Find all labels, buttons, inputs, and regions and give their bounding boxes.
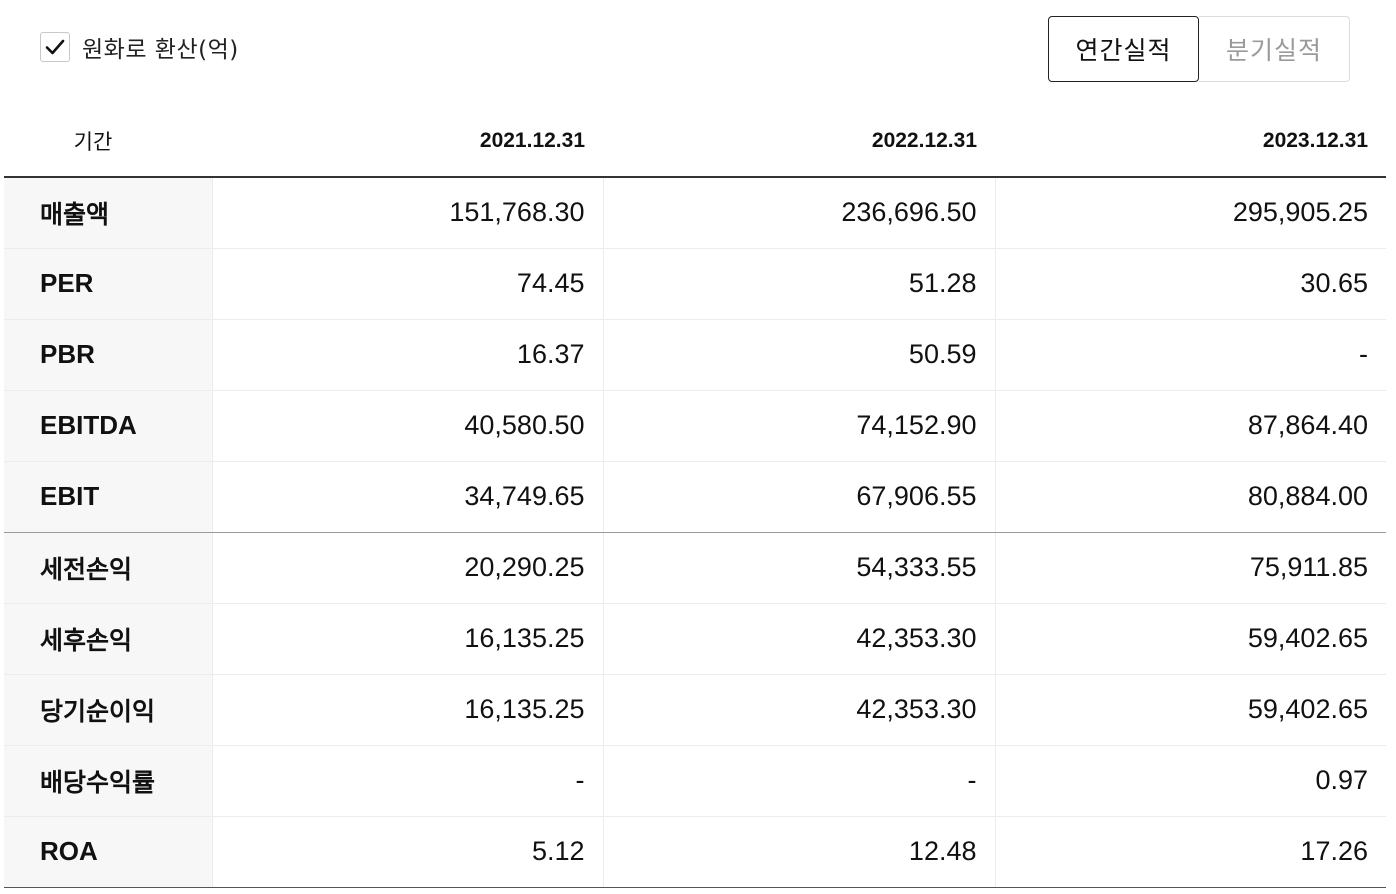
quarterly-results-button[interactable]: 분기실적 (1199, 16, 1350, 82)
metric-value: 34,749.65 (212, 461, 604, 533)
metric-value: 236,696.50 (603, 177, 996, 249)
table-row: 세후손익 16,135.25 42,353.30 59,402.65 (4, 603, 1386, 675)
metric-label: EBIT (4, 461, 213, 533)
metric-value: 16,135.25 (212, 674, 604, 746)
krw-conversion-checkbox[interactable] (40, 32, 70, 62)
table-row: 매출액 151,768.30 236,696.50 295,905.25 (4, 177, 1386, 249)
table-row: 당기순이익 16,135.25 42,353.30 59,402.65 (4, 674, 1386, 746)
period-toggle: 연간실적 분기실적 (1048, 16, 1350, 82)
krw-conversion-label: 원화로 환산(억) (82, 37, 239, 63)
column-header-2023: 2023.12.31 (995, 106, 1386, 178)
financial-summary-table: 기간 2021.12.31 2022.12.31 2023.12.31 매출액 … (4, 106, 1386, 888)
metric-value: 16.37 (212, 319, 604, 391)
metric-value: 54,333.55 (603, 532, 996, 604)
annual-results-button[interactable]: 연간실적 (1048, 16, 1199, 82)
table-row: 배당수익률 - - 0.97 (4, 745, 1386, 817)
metric-value: 17.26 (995, 816, 1386, 888)
metric-value: 30.65 (995, 248, 1386, 320)
table-row: PBR 16.37 50.59 - (4, 319, 1386, 391)
metric-label: 세후손익 (4, 603, 213, 675)
table-row: PER 74.45 51.28 30.65 (4, 248, 1386, 320)
metric-label: 매출액 (4, 177, 213, 249)
metric-label: 배당수익률 (4, 745, 213, 817)
metric-value: 151,768.30 (212, 177, 604, 249)
metric-value: 59,402.65 (995, 603, 1386, 675)
metric-value: 75,911.85 (995, 532, 1386, 604)
table-row: ROA 5.12 12.48 17.26 (4, 816, 1386, 888)
metric-value: - (995, 319, 1386, 391)
metric-label: EBITDA (4, 390, 213, 462)
metric-value: 87,864.40 (995, 390, 1386, 462)
metric-value: 80,884.00 (995, 461, 1386, 533)
metric-value: 40,580.50 (212, 390, 604, 462)
metric-value: - (212, 745, 604, 817)
metric-value: 67,906.55 (603, 461, 996, 533)
metric-value: 51.28 (603, 248, 996, 320)
check-icon (45, 39, 65, 55)
metric-label: ROA (4, 816, 213, 888)
metric-value: 42,353.30 (603, 674, 996, 746)
metric-value: 74,152.90 (603, 390, 996, 462)
metric-value: 295,905.25 (995, 177, 1386, 249)
column-header-2022: 2022.12.31 (603, 106, 995, 178)
metric-value: 42,353.30 (603, 603, 996, 675)
metric-value: - (603, 745, 996, 817)
metric-value: 20,290.25 (212, 532, 604, 604)
metric-value: 12.48 (603, 816, 996, 888)
table-row: 세전손익 20,290.25 54,333.55 75,911.85 (4, 532, 1386, 604)
metric-value: 50.59 (603, 319, 996, 391)
metric-value: 0.97 (995, 745, 1386, 817)
metric-label: PBR (4, 319, 213, 391)
metric-value: 59,402.65 (995, 674, 1386, 746)
table-row: EBIT 34,749.65 67,906.55 80,884.00 (4, 461, 1386, 533)
metric-label: 세전손익 (4, 532, 213, 604)
table-row: EBITDA 40,580.50 74,152.90 87,864.40 (4, 390, 1386, 462)
metric-value: 5.12 (212, 816, 604, 888)
table-header-row: 기간 2021.12.31 2022.12.31 2023.12.31 (4, 106, 1386, 178)
krw-conversion-toggle[interactable]: 원화로 환산(억) (40, 30, 239, 64)
period-header: 기간 (4, 106, 212, 178)
toolbar: 원화로 환산(억) 연간실적 분기실적 (0, 0, 1396, 100)
metric-value: 16,135.25 (212, 603, 604, 675)
column-header-2021: 2021.12.31 (212, 106, 603, 178)
metric-value: 74.45 (212, 248, 604, 320)
metric-label: 당기순이익 (4, 674, 213, 746)
metric-label: PER (4, 248, 213, 320)
